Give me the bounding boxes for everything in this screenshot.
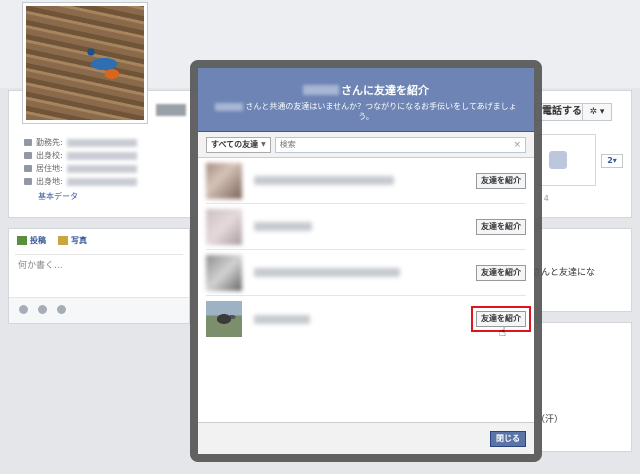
profile-picture[interactable]: [22, 2, 148, 124]
friend-name-redacted: [254, 268, 400, 277]
tab-photo[interactable]: 写真: [58, 235, 87, 246]
redacted-name: [215, 102, 244, 111]
likes-tile[interactable]: [538, 134, 596, 186]
composer-tabs: 投稿 写真: [9, 229, 189, 252]
info-row-hometown: 出身地:: [24, 175, 137, 188]
composer-toolbar: [9, 297, 189, 323]
hand-cursor-icon: ☝: [498, 325, 506, 339]
dialog-subtitle: さんと共通の友達はいませんか？つながりになるお手伝いをしてあげましょ: [198, 101, 534, 112]
search-placeholder: 検索: [279, 140, 296, 149]
friend-filter-dropdown[interactable]: すべての友達 ▼: [206, 136, 271, 153]
home-icon: [24, 165, 32, 172]
redacted-value: [66, 164, 137, 173]
friend-row: 友達を紹介: [206, 204, 526, 250]
tab-post[interactable]: 投稿: [17, 235, 46, 246]
chevron-down-icon: ▼: [261, 141, 266, 148]
info-row-school: 出身校:: [24, 149, 137, 162]
tab-photo-label: 写真: [71, 236, 87, 245]
likes-count-button[interactable]: 2▾: [601, 154, 623, 168]
dialog-title: さんに友達を紹介: [198, 82, 534, 98]
post-icon: [17, 236, 27, 245]
dialog-subtitle-text: さんと共通の友達はいませんか？つながりになるお手伝いをしてあげましょ: [245, 102, 517, 111]
filter-bar: すべての友達 ▼ 検索 ×: [198, 132, 534, 158]
school-icon: [24, 152, 32, 159]
gear-menu-button[interactable]: ✲ ▾: [582, 103, 612, 121]
location-icon[interactable]: [57, 305, 66, 314]
call-button[interactable]: 電話する: [535, 103, 589, 121]
clear-search-icon[interactable]: ×: [513, 140, 521, 150]
friend-name-redacted: [254, 314, 310, 324]
profile-info-list: 勤務先: 出身校: 居住地: 出身地:: [24, 136, 137, 188]
info-label: 出身校:: [36, 151, 63, 160]
side-card-text: さんと友達にな: [532, 268, 596, 278]
suggest-friends-dialog: さんに友達を紹介 さんと共通の友達はいませんか？つながりになるお手伝いをしてあげ…: [198, 68, 534, 454]
friend-avatar-elephant[interactable]: [206, 301, 242, 337]
friend-row: 友達を紹介: [206, 158, 526, 204]
redacted-value: [66, 151, 137, 160]
tab-post-label: 投稿: [30, 236, 46, 245]
dialog-footer: 閉じる: [198, 422, 534, 454]
friend-avatar[interactable]: [206, 208, 242, 245]
info-row-residence: 居住地:: [24, 162, 137, 175]
friend-name-redacted: [254, 176, 394, 185]
basic-data-link[interactable]: 基本データ: [38, 191, 78, 202]
info-label: 居住地:: [36, 164, 63, 173]
friend-row: 友達を紹介 ☝: [206, 296, 531, 342]
redacted-value: [66, 177, 137, 186]
info-label: 出身地:: [36, 177, 63, 186]
briefcase-icon: [24, 139, 32, 146]
dialog-title-text: さんに友達を紹介: [341, 84, 429, 97]
dialog-subtitle-line2: う。: [358, 112, 374, 121]
thumbs-up-icon: [549, 151, 567, 169]
friend-list: 友達を紹介 友達を紹介 友達を紹介 友達を紹介 ☝: [198, 158, 534, 342]
bird-photo: [26, 6, 144, 120]
feeling-icon[interactable]: [38, 305, 47, 314]
suggest-friends-dialog-frame: さんに友達を紹介 さんと共通の友達はいませんか？つながりになるお手伝いをしてあげ…: [190, 60, 542, 462]
photo-icon: [58, 236, 68, 245]
side-card-lower: [532, 322, 632, 452]
profile-name-redacted: [156, 104, 186, 116]
left-lower-area: [8, 334, 190, 454]
redacted-name: [303, 85, 339, 95]
friend-search-input[interactable]: 検索 ×: [274, 136, 526, 153]
dialog-header: さんに友達を紹介 さんと共通の友達はいませんか？つながりになるお手伝いをしてあげ…: [198, 68, 534, 132]
tag-friend-icon[interactable]: [19, 305, 28, 314]
info-row-work: 勤務先:: [24, 136, 137, 149]
status-composer: 投稿 写真 何か書く...: [8, 228, 190, 324]
filter-select-label: すべての友達: [211, 140, 259, 149]
friend-name-redacted: [254, 222, 312, 231]
friend-avatar[interactable]: [206, 162, 242, 199]
redacted-value: [66, 138, 137, 147]
composer-input[interactable]: 何か書く...: [15, 254, 183, 290]
suggest-friend-button[interactable]: 友達を紹介: [476, 264, 526, 281]
suggest-friend-button[interactable]: 友達を紹介: [476, 218, 526, 235]
friend-row: 友達を紹介: [206, 250, 526, 296]
pin-icon: [24, 178, 32, 185]
suggest-friend-button[interactable]: 友達を紹介: [476, 172, 526, 189]
close-button[interactable]: 閉じる: [490, 431, 526, 447]
friend-avatar[interactable]: [206, 254, 242, 291]
info-label: 勤務先:: [36, 138, 63, 147]
